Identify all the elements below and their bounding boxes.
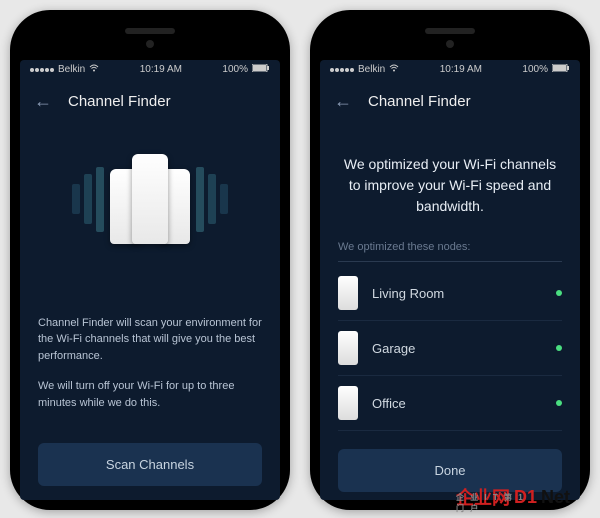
watermark-part3: Net <box>541 487 570 508</box>
wifi-icon <box>89 64 99 75</box>
page-title: Channel Finder <box>68 93 171 110</box>
status-left: Belkin <box>330 64 399 75</box>
status-ok-icon <box>556 345 562 351</box>
mesh-nodes-icon <box>110 154 190 244</box>
description-2: We will turn off your Wi-Fi for up to th… <box>38 378 262 411</box>
signal-bars-left-icon <box>72 167 104 232</box>
battery-label: 100% <box>522 64 548 75</box>
status-right: 100% <box>222 64 270 75</box>
back-arrow-icon[interactable]: ← <box>334 91 352 112</box>
signal-bars-right-icon <box>196 167 228 232</box>
status-bar: Belkin 10:19 AM 100% <box>20 60 280 79</box>
wifi-icon <box>389 64 399 75</box>
watermark-sub: 企 业 I T 第 1 门 户 <box>456 492 530 514</box>
phone-left: Belkin 10:19 AM 100% ← Channel Finder <box>10 10 290 510</box>
page-title: Channel Finder <box>368 93 471 110</box>
status-ok-icon <box>556 400 562 406</box>
status-bar: Belkin 10:19 AM 100% <box>320 60 580 79</box>
battery-icon <box>552 64 570 75</box>
node-row[interactable]: Living Room <box>338 266 562 321</box>
node-icon <box>338 386 358 420</box>
status-right: 100% <box>522 64 570 75</box>
phone-right: Belkin 10:19 AM 100% ← Channel Finder We… <box>310 10 590 510</box>
node-label: Office <box>372 396 542 411</box>
screen-right: Belkin 10:19 AM 100% ← Channel Finder We… <box>320 60 580 500</box>
node-icon <box>338 276 358 310</box>
scan-channels-button[interactable]: Scan Channels <box>38 443 262 486</box>
status-left: Belkin <box>30 64 99 75</box>
header: ← Channel Finder <box>20 79 280 124</box>
carrier-label: Belkin <box>358 64 385 75</box>
description-1: Channel Finder will scan your environmen… <box>38 315 262 365</box>
back-arrow-icon[interactable]: ← <box>34 91 52 112</box>
time-label: 10:19 AM <box>440 64 482 75</box>
nodes-section-label: We optimized these nodes: <box>338 241 562 262</box>
node-row[interactable]: Office <box>338 376 562 431</box>
carrier-label: Belkin <box>58 64 85 75</box>
signal-icon <box>330 68 354 72</box>
battery-icon <box>252 64 270 75</box>
time-label: 10:19 AM <box>140 64 182 75</box>
channel-illustration <box>38 124 262 284</box>
watermark: 企业网 D1 Net 企 业 I T 第 1 门 户 <box>456 484 570 510</box>
content-area: We optimized your Wi-Fi channels to impr… <box>320 124 580 500</box>
battery-label: 100% <box>222 64 248 75</box>
node-label: Living Room <box>372 286 542 301</box>
signal-icon <box>30 68 54 72</box>
status-ok-icon <box>556 290 562 296</box>
node-label: Garage <box>372 341 542 356</box>
node-row[interactable]: Garage <box>338 321 562 376</box>
optimization-summary: We optimized your Wi-Fi channels to impr… <box>338 124 562 241</box>
node-icon <box>338 331 358 365</box>
content-area: Channel Finder will scan your environmen… <box>20 124 280 500</box>
header: ← Channel Finder <box>320 79 580 124</box>
screen-left: Belkin 10:19 AM 100% ← Channel Finder <box>20 60 280 500</box>
